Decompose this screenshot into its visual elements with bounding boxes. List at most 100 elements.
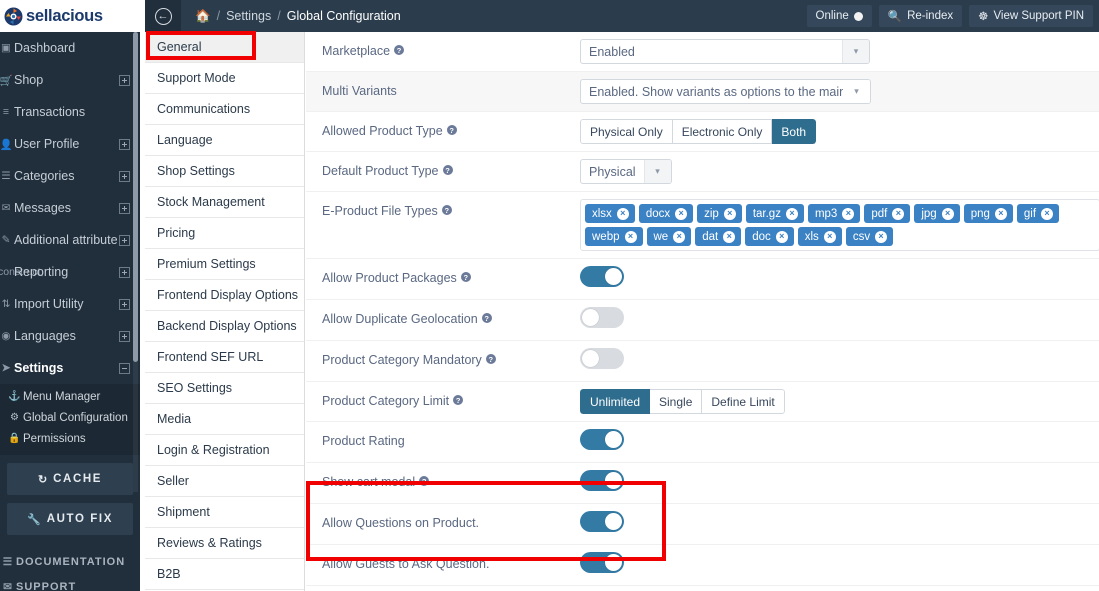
submenu-item-login-registration[interactable]: Login & Registration bbox=[145, 435, 304, 466]
submenu-item-language[interactable]: Language bbox=[145, 125, 304, 156]
remove-tag-icon[interactable]: × bbox=[994, 207, 1007, 220]
product-category-mandatory-toggle[interactable] bbox=[580, 348, 624, 369]
remove-tag-icon[interactable]: × bbox=[842, 207, 855, 220]
support-link[interactable]: ✉ SUPPORT bbox=[3, 574, 140, 591]
remove-tag-icon[interactable]: × bbox=[875, 230, 888, 243]
submenu-item-b2b[interactable]: B2B bbox=[145, 559, 304, 590]
help-icon[interactable]: ? bbox=[453, 395, 464, 405]
remove-tag-icon[interactable]: × bbox=[785, 207, 798, 220]
sidebar-item-dashboard[interactable]: ▣ Dashboard bbox=[0, 32, 140, 64]
sidebar-item-import-utility[interactable]: ⇅ Import Utility bbox=[0, 288, 140, 320]
submenu-item-seller[interactable]: Seller bbox=[145, 466, 304, 497]
submenu-item-communications[interactable]: Communications bbox=[145, 94, 304, 125]
category-limit-define-limit[interactable]: Define Limit bbox=[702, 389, 785, 414]
file-type-tag[interactable]: png × bbox=[963, 204, 1013, 223]
file-type-tag[interactable]: xlsx × bbox=[585, 204, 635, 223]
product-rating-toggle[interactable] bbox=[580, 429, 624, 450]
file-type-tag[interactable]: pdf × bbox=[864, 204, 911, 223]
file-type-tag[interactable]: mp3 × bbox=[807, 204, 861, 223]
submenu-item-premium-settings[interactable]: Premium Settings bbox=[145, 249, 304, 280]
category-limit-unlimited[interactable]: Unlimited bbox=[580, 389, 651, 414]
multi-variants-select[interactable]: Enabled. Show variants as options to the… bbox=[580, 79, 871, 104]
remove-tag-icon[interactable]: × bbox=[775, 230, 788, 243]
help-icon[interactable]: ? bbox=[441, 205, 452, 215]
remove-tag-icon[interactable]: × bbox=[1041, 207, 1054, 220]
help-icon[interactable]: ? bbox=[485, 354, 496, 364]
file-type-tag[interactable]: gif × bbox=[1016, 204, 1060, 223]
chevron-down-icon[interactable]: ▾ bbox=[842, 40, 869, 63]
file-type-tag[interactable]: jpg × bbox=[914, 204, 960, 223]
expand-plus-icon[interactable] bbox=[119, 170, 130, 182]
online-status-button[interactable]: Online bbox=[806, 5, 872, 27]
submenu-item-support-mode[interactable]: Support Mode bbox=[145, 63, 304, 94]
remove-tag-icon[interactable]: × bbox=[675, 207, 688, 220]
cache-button[interactable]: ↻ CACHE bbox=[7, 463, 133, 495]
submenu-item-backend-display-options[interactable]: Backend Display Options bbox=[145, 311, 304, 342]
expand-plus-icon[interactable] bbox=[119, 202, 130, 214]
allowed-type-both[interactable]: Both bbox=[772, 119, 817, 144]
submenu-item-stock-management[interactable]: Stock Management bbox=[145, 187, 304, 218]
auto-fix-button[interactable]: 🔧 AUTO FIX bbox=[7, 503, 133, 535]
sidebar-item-languages[interactable]: ◉ Languages bbox=[0, 320, 140, 352]
home-icon[interactable]: 🏠 bbox=[195, 9, 211, 24]
help-icon[interactable]: ? bbox=[419, 476, 430, 486]
reindex-button[interactable]: 🔍 Re-index bbox=[878, 5, 963, 27]
file-type-tag[interactable]: tar.gz × bbox=[745, 204, 804, 223]
file-type-tag[interactable]: we × bbox=[646, 227, 692, 246]
sidebar-item-messages[interactable]: ✉ Messages bbox=[0, 192, 140, 224]
allow-duplicate-geolocation-toggle[interactable] bbox=[580, 307, 624, 328]
file-type-tag[interactable]: docx × bbox=[638, 204, 694, 223]
eproduct-file-types-tagbox[interactable]: xlsx × docx × zip × tar.gz × mp3 × pdf × jpg × png × gif… bbox=[580, 199, 1099, 251]
submenu-item-pricing[interactable]: Pricing bbox=[145, 218, 304, 249]
breadcrumb-settings[interactable]: Settings bbox=[226, 9, 271, 23]
collapse-minus-icon[interactable] bbox=[119, 362, 130, 374]
sidebar-item-categories[interactable]: ☰ Categories bbox=[0, 160, 140, 192]
allow-product-packages-toggle[interactable] bbox=[580, 266, 624, 287]
sidebar-item-global-configuration[interactable]: ⚙ Global Configuration bbox=[0, 407, 140, 428]
marketplace-select[interactable]: Enabled ▾ bbox=[580, 39, 870, 64]
help-icon[interactable]: ? bbox=[446, 125, 457, 135]
help-icon[interactable]: ? bbox=[442, 165, 453, 175]
help-icon[interactable]: ? bbox=[394, 45, 405, 55]
view-support-pin-button[interactable]: ☸ View Support PIN bbox=[969, 5, 1093, 27]
allow-questions-on-product-toggle[interactable] bbox=[580, 511, 624, 532]
help-icon[interactable]: ? bbox=[460, 272, 471, 282]
file-type-tag[interactable]: xls × bbox=[797, 227, 842, 246]
brand-logo[interactable]: sellacious bbox=[0, 0, 140, 32]
default-product-type-select[interactable]: Physical ▾ bbox=[580, 159, 672, 184]
remove-tag-icon[interactable]: × bbox=[673, 230, 686, 243]
file-type-tag[interactable]: dat × bbox=[695, 227, 742, 246]
category-limit-single[interactable]: Single bbox=[650, 389, 703, 414]
expand-plus-icon[interactable] bbox=[119, 74, 130, 86]
expand-plus-icon[interactable] bbox=[119, 138, 130, 150]
sidebar-item-reporting[interactable]: construct; Reporting bbox=[0, 256, 140, 288]
submenu-item-seo-settings[interactable]: SEO Settings bbox=[145, 373, 304, 404]
remove-tag-icon[interactable]: × bbox=[723, 207, 736, 220]
help-icon[interactable]: ? bbox=[481, 313, 492, 323]
remove-tag-icon[interactable]: × bbox=[892, 207, 905, 220]
show-cart-modal-toggle[interactable] bbox=[580, 470, 624, 491]
submenu-item-reviews-ratings[interactable]: Reviews & Ratings bbox=[145, 528, 304, 559]
expand-plus-icon[interactable] bbox=[119, 266, 130, 278]
submenu-item-shop-settings[interactable]: Shop Settings bbox=[145, 156, 304, 187]
file-type-tag[interactable]: webp × bbox=[585, 227, 643, 246]
remove-tag-icon[interactable]: × bbox=[823, 230, 836, 243]
remove-tag-icon[interactable]: × bbox=[941, 207, 954, 220]
file-type-tag[interactable]: zip × bbox=[697, 204, 742, 223]
expand-plus-icon[interactable] bbox=[119, 234, 130, 246]
submenu-item-general[interactable]: General bbox=[145, 32, 304, 63]
sidebar-item-user-profile[interactable]: 👤 User Profile bbox=[0, 128, 140, 160]
sidebar-item-menu-manager[interactable]: ⚓ Menu Manager bbox=[0, 386, 140, 407]
remove-tag-icon[interactable]: × bbox=[723, 230, 736, 243]
allowed-type-physical-only[interactable]: Physical Only bbox=[580, 119, 673, 144]
documentation-link[interactable]: ☰ DOCUMENTATION bbox=[3, 549, 140, 574]
back-button[interactable]: ← bbox=[145, 0, 181, 32]
submenu-item-media[interactable]: Media bbox=[145, 404, 304, 435]
sidebar-scrollbar-thumb[interactable] bbox=[133, 32, 138, 362]
sidebar-item-settings[interactable]: ➤ Settings bbox=[0, 352, 140, 384]
allowed-type-electronic-only[interactable]: Electronic Only bbox=[672, 119, 773, 144]
chevron-down-icon[interactable]: ▾ bbox=[843, 80, 870, 103]
sidebar-item-additional-attribute[interactable]: ✎ Additional attribute bbox=[0, 224, 140, 256]
submenu-item-frontend-sef-url[interactable]: Frontend SEF URL bbox=[145, 342, 304, 373]
expand-plus-icon[interactable] bbox=[119, 298, 130, 310]
